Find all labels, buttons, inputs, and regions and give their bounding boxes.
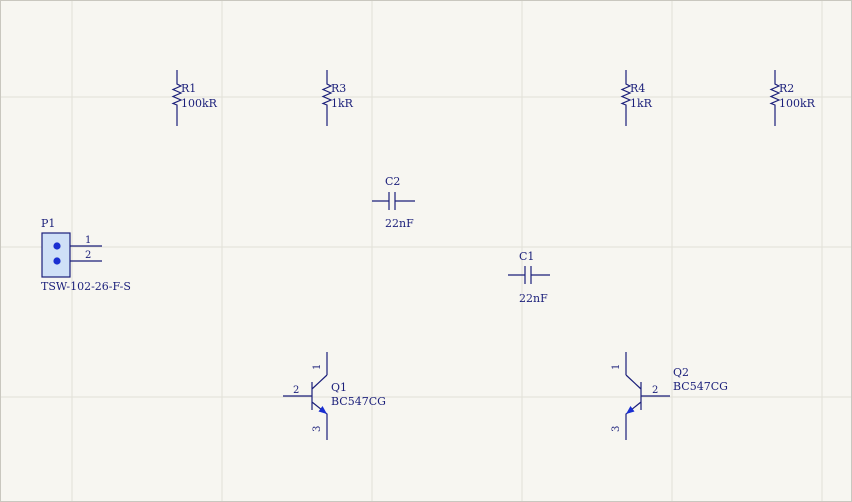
r3-value: 1kR — [331, 97, 354, 110]
q2-pin3-number: 3 — [611, 426, 622, 432]
q1-emitter-arrow — [318, 406, 327, 414]
resistor-r1[interactable]: R1 100kR — [171, 70, 218, 126]
q2-designator: Q2 — [673, 366, 689, 379]
c1-value: 22nF — [519, 292, 548, 305]
q1-pin2-number: 2 — [293, 385, 299, 396]
q1-pin1-number: 1 — [312, 364, 323, 370]
p1-designator: P1 — [41, 217, 55, 230]
q1-designator: Q1 — [331, 381, 347, 394]
r2-designator: R2 — [779, 82, 794, 95]
capacitor-c2[interactable]: C2 22nF — [372, 175, 415, 230]
r4-value: 1kR — [630, 97, 653, 110]
capacitor-c1[interactable]: C1 22nF — [508, 250, 550, 305]
p1-pin1-number: 1 — [85, 235, 91, 246]
transistor-q1[interactable]: 1 2 3 Q1 BC547CG — [283, 352, 386, 440]
q1-pin3-number: 3 — [312, 426, 323, 432]
p1-pin2-dot — [53, 257, 61, 265]
q1-value: BC547CG — [331, 395, 386, 408]
c1-designator: C1 — [519, 250, 534, 263]
r1-value: 100kR — [181, 97, 218, 110]
p1-value: TSW-102-26-F-S — [41, 280, 131, 293]
q2-value: BC547CG — [673, 380, 728, 393]
p1-body — [41, 232, 71, 278]
resistor-r4[interactable]: R4 1kR — [620, 70, 653, 126]
transistor-q2[interactable]: 1 2 3 Q2 BC547CG — [611, 352, 728, 440]
c2-value: 22nF — [385, 217, 414, 230]
p1-pin2-number: 2 — [85, 250, 91, 261]
q2-emitter-arrow — [626, 406, 635, 414]
q2-pin1-number: 1 — [611, 364, 622, 370]
r1-designator: R1 — [181, 82, 196, 95]
resistor-r2[interactable]: R2 100kR — [769, 70, 816, 126]
r2-value: 100kR — [779, 97, 816, 110]
q2-pin2-number: 2 — [652, 385, 658, 396]
r3-designator: R3 — [331, 82, 346, 95]
resistor-r3[interactable]: R3 1kR — [321, 70, 354, 126]
r4-designator: R4 — [630, 82, 645, 95]
grid — [0, 0, 852, 502]
schematic-sheet[interactable]: R1 100kR R3 1kR R4 1kR R2 100kR C2 22nF … — [0, 0, 852, 502]
connector-p1[interactable]: P1 1 2 TSW-102-26-F-S — [41, 217, 131, 293]
p1-pin1-dot — [53, 242, 61, 250]
c2-designator: C2 — [385, 175, 400, 188]
sheet-border — [0, 0, 852, 502]
